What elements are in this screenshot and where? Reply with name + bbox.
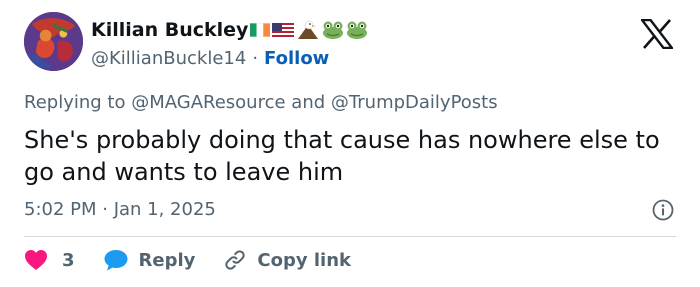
avatar[interactable]	[24, 12, 83, 71]
copy-link-button[interactable]: Copy link	[223, 248, 351, 272]
divider	[24, 236, 676, 237]
replying-prefix: Replying to	[24, 92, 126, 113]
speech-bubble-icon	[104, 250, 128, 271]
eagle-icon	[298, 20, 319, 39]
x-logo-icon[interactable]	[641, 19, 673, 49]
mention-link[interactable]: @TrumpDailyPosts	[331, 92, 498, 113]
link-icon	[225, 250, 246, 270]
reply-label: Reply	[138, 249, 196, 271]
profile-badges	[250, 19, 368, 41]
and-word: and	[291, 92, 326, 113]
display-name[interactable]: Killian Buckley	[91, 19, 248, 41]
mention-link[interactable]: @MAGAResource	[131, 92, 285, 113]
usa-flag-icon	[272, 23, 295, 37]
separator: ·	[252, 48, 259, 69]
tweet-card: Killian Buckley @KillianBuckle14 · Follo…	[0, 0, 700, 287]
copy-link-label: Copy link	[257, 249, 351, 271]
user-handle[interactable]: @KillianBuckle14	[91, 48, 246, 69]
frog-icon	[347, 21, 368, 39]
like-count: 3	[62, 249, 75, 271]
tweet-text: She's probably doing that cause has nowh…	[24, 126, 660, 186]
replying-to: Replying to @MAGAResource and @TrumpDail…	[24, 92, 498, 113]
tweet-timestamp[interactable]: 5:02 PM · Jan 1, 2025	[24, 199, 216, 220]
action-bar: 3 Reply Copy link	[24, 247, 351, 273]
frog-icon	[323, 21, 344, 39]
handle-row: @KillianBuckle14 · Follow	[91, 48, 329, 69]
like-button[interactable]: 3	[24, 249, 75, 271]
name-row: Killian Buckley	[91, 17, 368, 43]
heart-icon	[25, 250, 47, 270]
follow-link[interactable]: Follow	[264, 48, 329, 69]
info-icon[interactable]	[651, 198, 675, 222]
ireland-flag-icon	[250, 23, 271, 37]
reply-button[interactable]: Reply	[103, 248, 196, 272]
